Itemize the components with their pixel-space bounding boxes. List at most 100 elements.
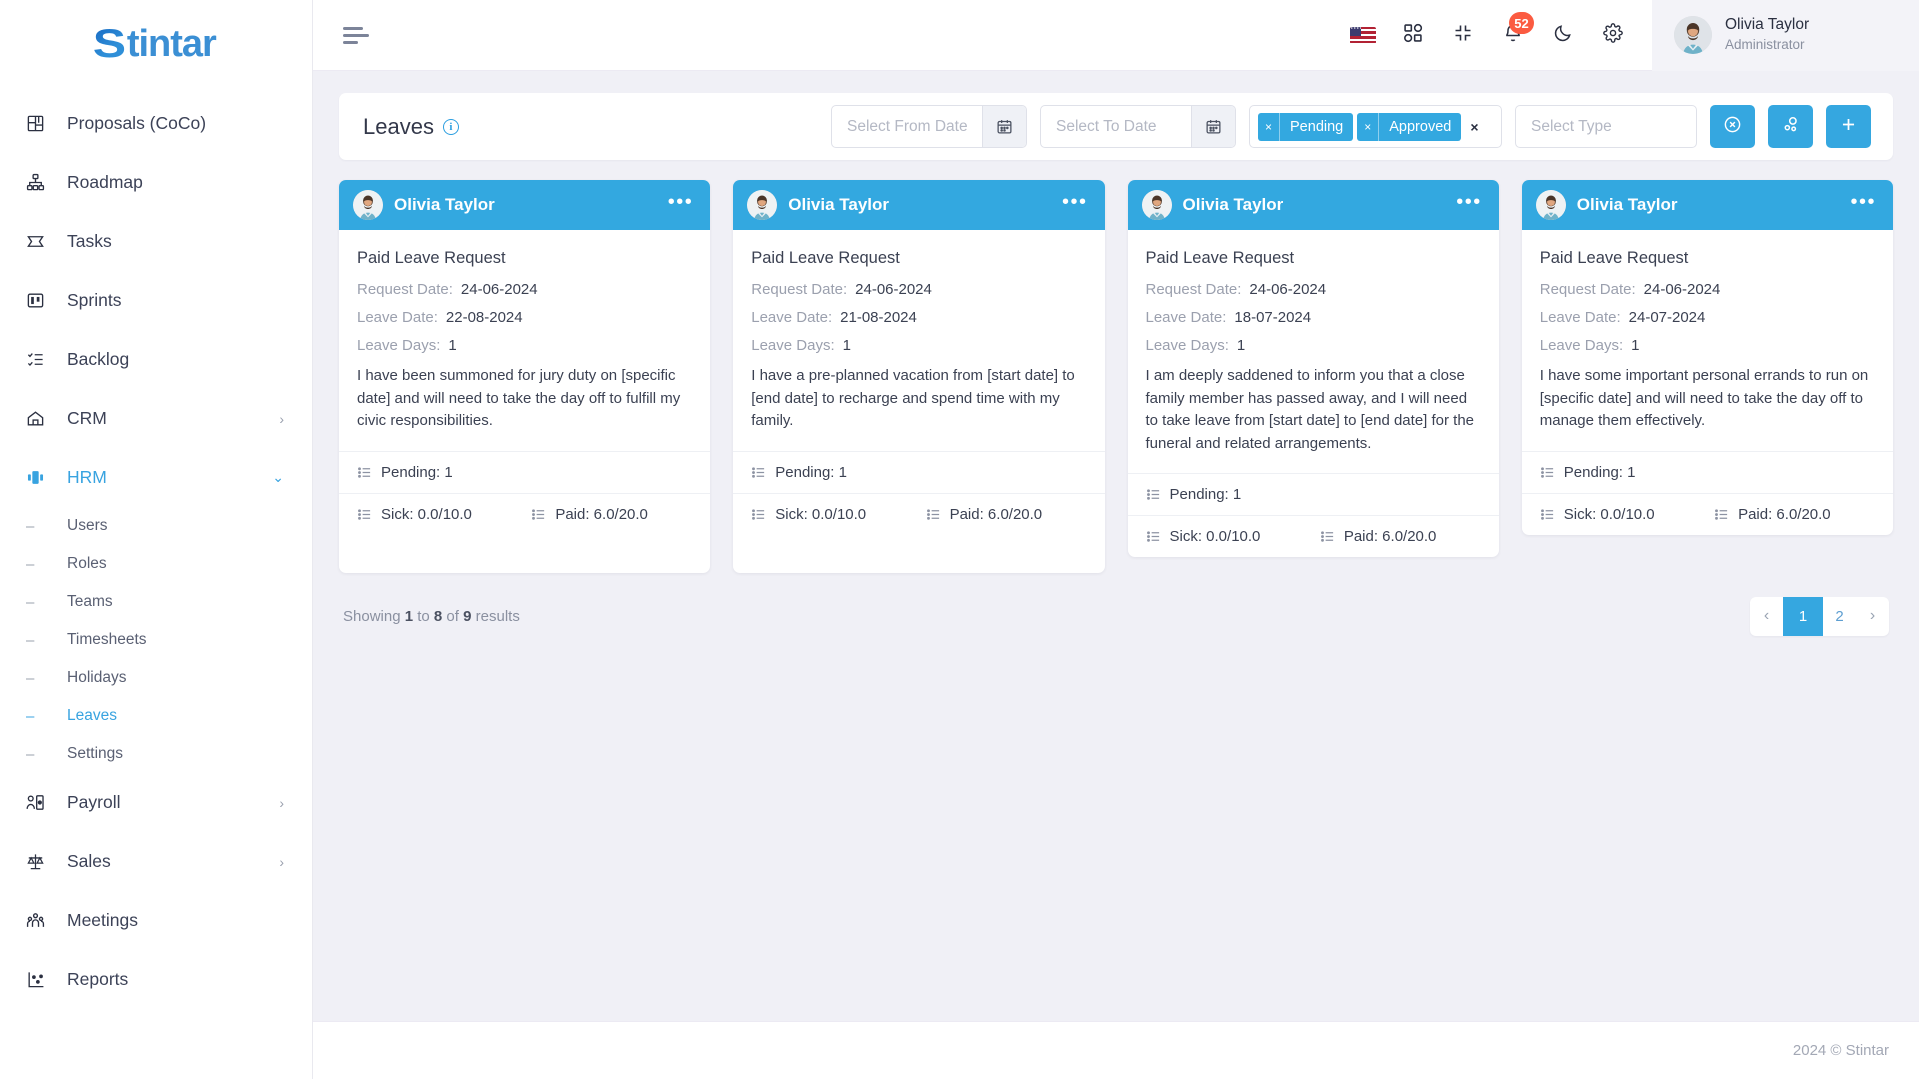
clear-all-tags-icon[interactable]: ×: [1465, 119, 1483, 135]
leave-card[interactable]: Olivia Taylor ••• Paid Leave Request Req…: [1521, 180, 1893, 535]
sick-balance-stat: Sick: 0.0/10.0: [751, 506, 925, 523]
list-icon: [751, 507, 766, 522]
hamburger-line: [343, 26, 363, 30]
leave-card[interactable]: Olivia Taylor ••• Paid Leave Request Req…: [733, 180, 1105, 573]
user-profile-menu[interactable]: Olivia Taylor Administrator: [1652, 0, 1919, 71]
status-filter-tags[interactable]: × Pending × Approved ×: [1249, 105, 1502, 148]
page-button-1[interactable]: 1: [1783, 596, 1823, 636]
status-tag-approved[interactable]: × Approved: [1357, 112, 1462, 141]
sidebar-item-tasks[interactable]: Tasks: [0, 212, 312, 271]
page-title-text: Leaves: [363, 113, 434, 139]
sidebar-item-sales[interactable]: Sales ›: [0, 832, 312, 891]
sidebar-item-roadmap[interactable]: Roadmap: [0, 153, 312, 212]
page-button-2[interactable]: 2: [1823, 597, 1856, 636]
sidebar-item-label: HRM: [67, 467, 107, 487]
sidebar-toggle-button[interactable]: [343, 24, 371, 46]
content-area: Leaves i ×: [313, 71, 1919, 1021]
sidebar-subitem-teams[interactable]: – Teams: [0, 583, 312, 621]
list-icon: [1714, 507, 1729, 522]
sidebar-subitem-label: Teams: [67, 593, 113, 610]
brand-logo-mark: S: [92, 21, 126, 66]
brand-logo[interactable]: Stintar: [0, 0, 312, 88]
type-select[interactable]: Select Type: [1515, 105, 1697, 148]
leave-card-menu-button[interactable]: •••: [1456, 192, 1482, 215]
pager: ‹ 1 2 ›: [1750, 596, 1889, 636]
add-leave-button[interactable]: [1826, 105, 1871, 148]
request-date-label: Request Date:: [357, 281, 453, 298]
prev-page-button[interactable]: ‹: [1750, 597, 1783, 636]
from-date-input[interactable]: [832, 106, 982, 147]
sidebar-subitem-label: Timesheets: [67, 631, 147, 648]
backlog-icon: [26, 350, 52, 369]
sidebar-item-label: Proposals (CoCo): [67, 113, 207, 133]
leave-date-value: 21-08-2024: [840, 309, 917, 326]
sidebar-item-backlog[interactable]: Backlog: [0, 330, 312, 389]
sick-balance-stat: Sick: 0.0/10.0: [357, 506, 531, 523]
sidebar-item-crm[interactable]: CRM ›: [0, 389, 312, 448]
leave-card-user: Olivia Taylor: [1576, 195, 1678, 214]
sidebar-item-payroll[interactable]: Payroll ›: [0, 773, 312, 832]
info-icon[interactable]: i: [442, 118, 459, 135]
sidebar-subitem-holidays[interactable]: – Holidays: [0, 659, 312, 697]
leave-date-label: Leave Date:: [1145, 309, 1227, 326]
meetings-icon: [26, 911, 52, 930]
leave-card-user: Olivia Taylor: [394, 195, 495, 214]
sidebar-subitem-leaves[interactable]: – Leaves: [0, 697, 312, 735]
sick-balance-stat: Sick: 0.0/10.0: [1146, 528, 1320, 545]
flag-canton: ★★★★★: [1350, 26, 1361, 36]
status-tag-pending[interactable]: × Pending: [1258, 112, 1354, 141]
sales-icon: [26, 852, 52, 871]
showing-to: 8: [433, 607, 443, 625]
to-date-calendar-button[interactable]: [1191, 106, 1235, 147]
fullscreen-collapse-icon: [1453, 23, 1473, 48]
type-select-placeholder: Select Type: [1531, 117, 1612, 135]
sidebar-subitem-settings[interactable]: – Settings: [0, 735, 312, 773]
sidebar-item-hrm[interactable]: HRM ⌄: [0, 448, 312, 507]
pending-row: Pending: 1: [339, 450, 711, 493]
leave-days-row: Leave Days: 1: [751, 337, 1086, 354]
request-date-value: 24-06-2024: [1643, 281, 1721, 298]
sidebar-item-reports[interactable]: Reports: [0, 950, 312, 1009]
leave-card[interactable]: Olivia Taylor ••• Paid Leave Request Req…: [339, 180, 711, 573]
language-selector-button[interactable]: ★★★★★: [1338, 10, 1388, 60]
to-date-input[interactable]: [1041, 106, 1191, 147]
chevron-down-icon: ⌄: [272, 469, 284, 485]
clear-filters-button[interactable]: [1710, 105, 1755, 148]
leave-date-row: Leave Date: 24-07-2024: [1540, 309, 1875, 326]
from-date-calendar-button[interactable]: [982, 106, 1026, 147]
sidebar-subitem-timesheets[interactable]: – Timesheets: [0, 621, 312, 659]
sidebar-subitem-users[interactable]: – Users: [0, 507, 312, 545]
remove-tag-icon[interactable]: ×: [1258, 112, 1281, 141]
apps-grid-button[interactable]: [1388, 10, 1438, 60]
leave-card-menu-button[interactable]: •••: [1062, 192, 1088, 215]
leave-days-value: 1: [1631, 337, 1640, 354]
sidebar-nav: Proposals (CoCo) Roadmap Tasks Sprints B: [0, 88, 312, 1079]
sidebar-item-sprints[interactable]: Sprints: [0, 271, 312, 330]
notifications-button[interactable]: 52: [1488, 10, 1538, 60]
leave-date-row: Leave Date: 18-07-2024: [1146, 309, 1481, 326]
filter-options-button[interactable]: [1768, 105, 1813, 148]
leave-card-user: Olivia Taylor: [1182, 195, 1284, 214]
fullscreen-toggle-button[interactable]: [1438, 10, 1488, 60]
leave-card[interactable]: Olivia Taylor ••• Paid Leave Request Req…: [1127, 180, 1499, 557]
next-page-button[interactable]: ›: [1856, 597, 1889, 636]
sick-balance-stat: Sick: 0.0/10.0: [1540, 506, 1714, 523]
sidebar-item-proposals[interactable]: Proposals (CoCo): [0, 94, 312, 153]
remove-tag-icon[interactable]: ×: [1357, 112, 1380, 141]
sidebar-item-meetings[interactable]: Meetings: [0, 891, 312, 950]
leave-days-value: 1: [448, 337, 457, 354]
top-header: ★★★★★ 52: [313, 0, 1919, 71]
sidebar-subitem-roles[interactable]: – Roles: [0, 545, 312, 583]
sprints-icon: [26, 291, 52, 310]
notification-count-badge: 52: [1509, 12, 1534, 34]
settings-button[interactable]: [1588, 10, 1638, 60]
leave-card-header: Olivia Taylor •••: [1127, 180, 1499, 230]
request-date-row: Request Date: 24-06-2024: [1146, 281, 1481, 298]
leave-card-menu-button[interactable]: •••: [668, 192, 694, 215]
leave-days-row: Leave Days: 1: [357, 337, 692, 354]
dark-mode-toggle-button[interactable]: [1538, 10, 1588, 60]
leave-days-value: 1: [1236, 337, 1246, 354]
leave-card-header: Olivia Taylor •••: [1521, 180, 1893, 230]
leave-card-menu-button[interactable]: •••: [1850, 192, 1876, 215]
pending-row: Pending: 1: [1521, 450, 1893, 493]
